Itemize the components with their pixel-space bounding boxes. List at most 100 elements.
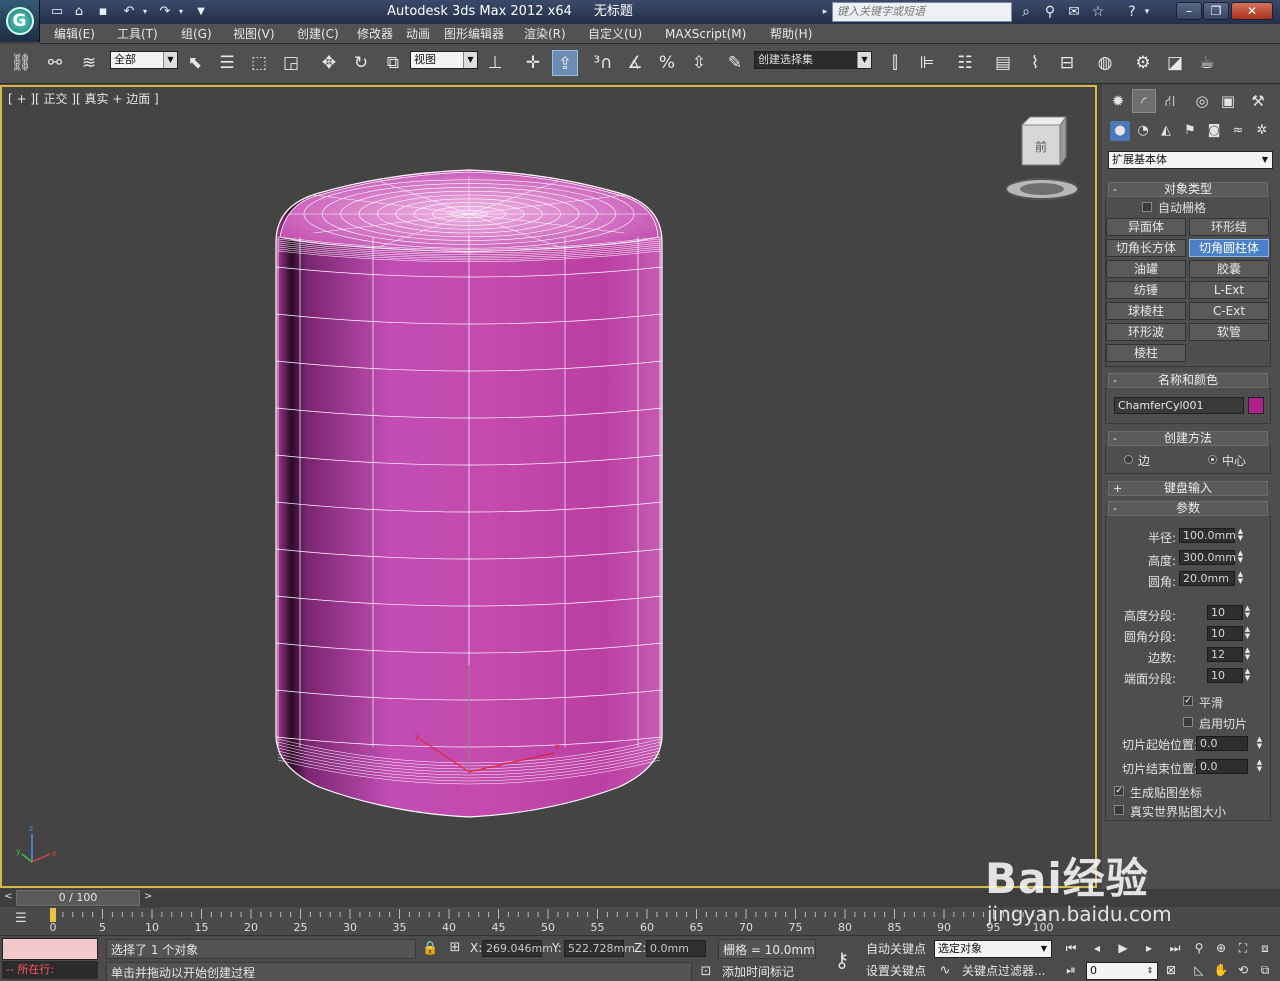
object-button-hedra[interactable]: 异面体: [1106, 218, 1186, 236]
keyboard-shortcut-override-icon[interactable]: ⇪: [552, 50, 578, 76]
cameras-icon[interactable]: ⚑: [1180, 121, 1200, 141]
play-icon[interactable]: ▶: [1114, 939, 1132, 957]
key-filters-button[interactable]: 关键点过滤器...: [962, 961, 1045, 981]
unlink-selection-icon[interactable]: ⚯: [42, 50, 68, 76]
fillet-segments-spinner[interactable]: ▲ ▼: [1243, 626, 1252, 641]
object-button-c-ext[interactable]: C-Ext: [1189, 302, 1269, 320]
communication-icon[interactable]: ✉: [1064, 3, 1084, 21]
key-icon[interactable]: ⚷: [828, 948, 856, 972]
key-mode-toggle-icon[interactable]: ⏯: [1062, 961, 1080, 979]
time-configuration-icon[interactable]: ⊠: [1162, 961, 1180, 979]
slice-to-field[interactable]: 0.0: [1196, 759, 1248, 774]
zoom-all-icon[interactable]: ⊕: [1212, 939, 1230, 957]
hierarchy-panel-tab-icon[interactable]: ⛙: [1158, 89, 1182, 113]
redo-dropdown-icon[interactable]: ▾: [176, 3, 186, 21]
frame-spinner-icon[interactable]: ⇕: [1143, 963, 1157, 979]
fillet-spinner[interactable]: ▲ ▼: [1236, 571, 1245, 586]
time-tag-icon[interactable]: ⊡: [697, 964, 715, 979]
key-filters-curve-icon[interactable]: ∿: [936, 963, 954, 978]
save-file-icon[interactable]: ▪: [94, 3, 112, 21]
auto-key-button[interactable]: 自动关键点: [866, 939, 926, 959]
object-button-l-ext[interactable]: L-Ext: [1189, 281, 1269, 299]
height-segments-field[interactable]: 10: [1207, 605, 1243, 620]
category-dropdown[interactable]: 扩展基本体 ▼: [1108, 151, 1273, 169]
viewport-canvas[interactable]: 前 z x y x y: [2, 87, 1095, 886]
render-production-icon[interactable]: ☕: [1194, 50, 1220, 76]
menu-rendering[interactable]: 渲染(R): [524, 24, 566, 44]
favorites-star-icon[interactable]: ☆: [1088, 3, 1108, 21]
real-world-map-checkbox[interactable]: [1114, 805, 1124, 815]
edit-named-selection-icon[interactable]: ✎: [722, 50, 748, 76]
center-radio[interactable]: [1208, 455, 1217, 464]
rollout-name-and-color[interactable]: - 名称和颜色: [1108, 373, 1268, 388]
track-bar[interactable]: ☰ 0 5 10 15 20 25 30 35 40 45 50 55 60 65 70 75 80 85 90 95…: [0, 907, 1280, 935]
create-panel-tab-icon[interactable]: ✹: [1106, 89, 1130, 113]
next-key-icon[interactable]: ▸: [1140, 939, 1158, 957]
selection-filter-dropdown[interactable]: 全部 ▼: [110, 51, 178, 69]
select-by-name-icon[interactable]: ☰: [214, 50, 240, 76]
maxscript-listener-mini[interactable]: [2, 938, 98, 960]
edge-radio[interactable]: [1124, 455, 1133, 464]
orbit-icon[interactable]: ⟲: [1234, 961, 1252, 979]
menu-views[interactable]: 视图(V): [233, 24, 275, 44]
viewcube[interactable]: 前: [1005, 115, 1079, 200]
auto-grid-checkbox[interactable]: [1142, 202, 1152, 212]
new-file-icon[interactable]: ▭: [48, 3, 66, 21]
object-color-swatch[interactable]: [1248, 397, 1264, 414]
geometry-icon[interactable]: ●: [1110, 121, 1130, 141]
window-crossing-icon[interactable]: ◲: [278, 50, 304, 76]
application-menu-button[interactable]: G: [0, 0, 40, 42]
menu-graph-editors[interactable]: 图形编辑器: [444, 24, 504, 44]
fillet-segments-field[interactable]: 10: [1207, 626, 1243, 641]
zoom-extents-all-icon[interactable]: ⧈: [1256, 939, 1274, 957]
key-mode-dropdown[interactable]: 选定对象 ▼: [934, 940, 1052, 958]
select-and-scale-icon[interactable]: ⧉: [380, 50, 406, 76]
rollout-creation-method[interactable]: - 创建方法: [1108, 431, 1268, 446]
menu-create[interactable]: 创建(C): [297, 24, 339, 44]
next-frame-icon[interactable]: >: [144, 891, 154, 905]
shapes-icon[interactable]: ◔: [1133, 121, 1153, 141]
slice-from-spinner[interactable]: ▲ ▼: [1255, 736, 1264, 751]
help-icon[interactable]: ?: [1122, 3, 1142, 21]
time-slider-thumb[interactable]: 0 / 100: [16, 890, 140, 906]
restore-button[interactable]: ❐: [1203, 2, 1229, 20]
slice-from-field[interactable]: 0.0: [1196, 736, 1248, 751]
slice-to-spinner[interactable]: ▲ ▼: [1255, 759, 1264, 774]
object-button-gengon[interactable]: 球棱柱: [1106, 302, 1186, 320]
rollout-parameters[interactable]: - 参数: [1108, 501, 1268, 516]
undo-dropdown-icon[interactable]: ▾: [140, 3, 150, 21]
lock-selection-icon[interactable]: 🔒: [422, 941, 438, 956]
motion-panel-tab-icon[interactable]: ◎: [1190, 89, 1214, 113]
undo-icon[interactable]: ↶: [120, 3, 138, 21]
object-button-oil-tank[interactable]: 油罐: [1106, 260, 1186, 278]
subscription-icon[interactable]: ⚲: [1040, 3, 1060, 21]
named-selection-dropdown[interactable]: 创建选择集 ▼: [754, 51, 872, 69]
object-button-capsule[interactable]: 胶囊: [1189, 260, 1269, 278]
height-segments-spinner[interactable]: ▲ ▼: [1243, 605, 1252, 620]
object-button-chamfer-cylinder[interactable]: 切角圆柱体: [1189, 239, 1269, 257]
sides-spinner[interactable]: ▲ ▼: [1243, 647, 1252, 662]
menu-help[interactable]: 帮助(H): [770, 24, 812, 44]
redo-icon[interactable]: ↷: [156, 3, 174, 21]
add-time-tag-button[interactable]: 添加时间标记: [722, 962, 794, 981]
pan-view-icon[interactable]: ✋: [1212, 961, 1230, 979]
graphite-modeling-tools-icon[interactable]: ▤: [990, 50, 1016, 76]
curve-editor-icon[interactable]: ⌇: [1022, 50, 1048, 76]
rollout-object-type[interactable]: - 对象类型: [1108, 182, 1268, 197]
search-input[interactable]: 键入关键字或短语: [832, 2, 1012, 22]
schematic-view-icon[interactable]: ⊟: [1054, 50, 1080, 76]
select-object-icon[interactable]: ⬉: [182, 50, 208, 76]
mirror-icon[interactable]: ⫿: [882, 50, 908, 76]
perspective-viewport[interactable]: [ + ][ 正交 ][ 真实 + 边面 ] 前 z x y x y: [0, 85, 1097, 888]
go-to-end-icon[interactable]: ⏭: [1166, 939, 1184, 957]
y-coord-field[interactable]: 522.728mm: [564, 940, 635, 957]
space-warps-icon[interactable]: ≈: [1228, 121, 1248, 141]
helpers-icon[interactable]: ◙: [1204, 121, 1224, 141]
height-spinner[interactable]: ▲ ▼: [1236, 550, 1245, 565]
current-frame-field[interactable]: 0 ⇕: [1086, 962, 1158, 980]
previous-key-icon[interactable]: ◂: [1088, 939, 1106, 957]
cap-segments-spinner[interactable]: ▲ ▼: [1243, 668, 1252, 683]
previous-frame-icon[interactable]: <: [4, 891, 14, 905]
select-and-move-icon[interactable]: ✥: [316, 50, 342, 76]
percent-snap-icon[interactable]: %: [654, 50, 680, 76]
